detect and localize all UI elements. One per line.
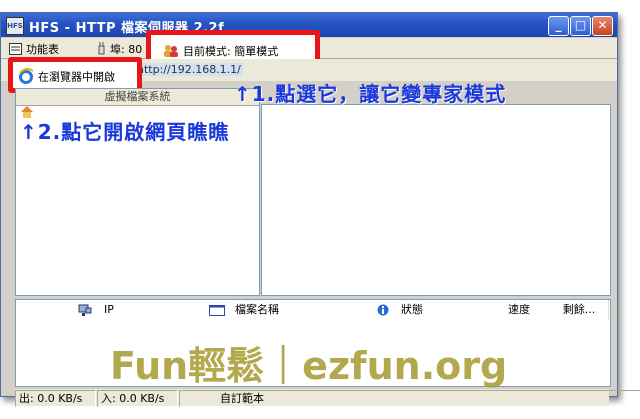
mode-toggle-button[interactable]: 目前模式: 簡單模式 bbox=[163, 43, 278, 60]
column-speed[interactable]: 速度 bbox=[488, 300, 551, 320]
menu-icon bbox=[9, 42, 22, 58]
column-remaining[interactable]: 剩餘... bbox=[550, 300, 609, 320]
window-file-icon bbox=[209, 304, 225, 316]
status-bar: 出: 0.0 KB/s 入: 0.0 KB/s 自訂範本 bbox=[15, 389, 640, 407]
hfs-app-icon: HFS bbox=[6, 17, 24, 35]
custom-template-status[interactable]: 自訂範本 bbox=[179, 390, 640, 407]
column-ip[interactable]: IP bbox=[16, 300, 177, 320]
open-in-browser-label: 在瀏覽器中開啟 bbox=[38, 70, 115, 84]
mode-label: 目前模式: 簡單模式 bbox=[183, 45, 279, 58]
log-panel[interactable] bbox=[261, 104, 611, 296]
in-speed: 入: 0.0 KB/s bbox=[97, 390, 178, 407]
column-filename[interactable]: 檔案名稱 bbox=[176, 300, 313, 320]
open-in-browser-button[interactable]: 在瀏覽器中開啟 bbox=[18, 67, 115, 87]
annotation-step1: ↑1.點選它，讓它變專家模式 bbox=[234, 82, 507, 106]
column-ip-label: IP bbox=[104, 303, 114, 316]
menu-button[interactable]: 功能表 bbox=[9, 41, 59, 58]
ezfun-watermark: Fun輕鬆｜ezfun.org bbox=[110, 344, 508, 388]
annotation-step2: ↑2.點它開啟網頁瞧瞧 bbox=[20, 120, 230, 144]
maximize-button[interactable]: □ bbox=[570, 16, 591, 36]
column-status[interactable]: 狀態 bbox=[312, 300, 489, 320]
column-filename-label: 檔案名稱 bbox=[235, 303, 279, 316]
port-label: 埠: 80 bbox=[110, 43, 143, 56]
port-button[interactable]: 埠: 80 bbox=[97, 41, 142, 58]
vfs-header: 虛擬檔案系統 bbox=[16, 89, 259, 106]
out-speed: 出: 0.0 KB/s bbox=[15, 390, 96, 407]
menu-label: 功能表 bbox=[26, 43, 59, 56]
column-status-label: 狀態 bbox=[401, 303, 423, 316]
server-url[interactable]: http://192.168.1.1/ bbox=[135, 63, 243, 76]
ie-icon bbox=[18, 67, 34, 87]
close-button[interactable]: ✕ bbox=[592, 16, 613, 36]
users-icon bbox=[163, 44, 179, 60]
minimize-button[interactable]: _ bbox=[548, 16, 569, 36]
plug-icon bbox=[97, 42, 106, 58]
network-icon bbox=[78, 304, 92, 316]
info-icon bbox=[377, 304, 389, 316]
